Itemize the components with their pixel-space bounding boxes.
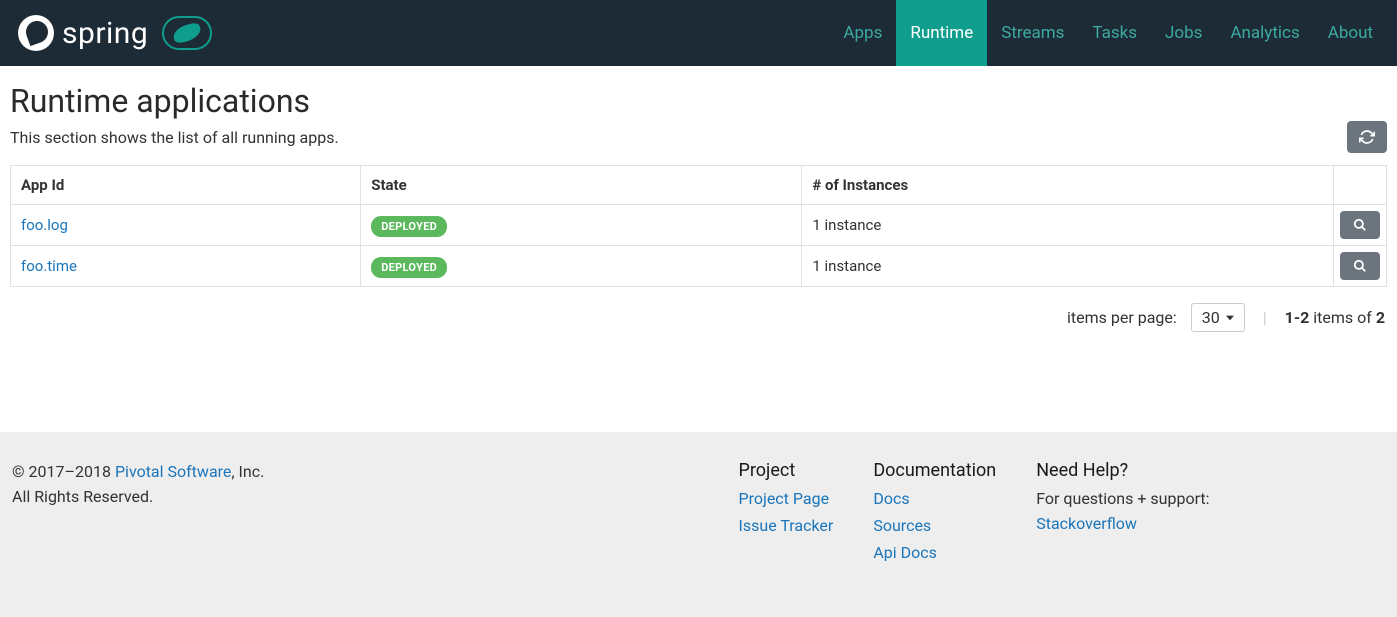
company-link[interactable]: Pivotal Software (115, 462, 231, 481)
refresh-icon (1359, 129, 1375, 145)
link-api-docs[interactable]: Api Docs (873, 541, 996, 566)
pager-items-word: items of (1309, 308, 1376, 327)
pager-total: 2 (1376, 308, 1385, 327)
spring-icon (18, 15, 54, 51)
page-title: Runtime applications (10, 82, 1387, 120)
nav-items: AppsRuntimeStreamsTasksJobsAnalyticsAbou… (829, 0, 1387, 66)
search-icon (1353, 218, 1367, 232)
nav-item-apps[interactable]: Apps (829, 0, 896, 66)
link-issue-tracker[interactable]: Issue Tracker (739, 514, 834, 539)
search-icon (1353, 259, 1367, 273)
help-heading: Need Help? (1036, 460, 1209, 481)
instances-cell: 1 instance (802, 246, 1334, 287)
footer: © 2017–2018 Pivotal Software, Inc. All R… (0, 432, 1397, 617)
docs-heading: Documentation (873, 460, 996, 481)
inspect-button[interactable] (1340, 211, 1380, 239)
navbar: spring AppsRuntimeStreamsTasksJobsAnalyt… (0, 0, 1397, 66)
footer-project: Project Project Page Issue Tracker (739, 460, 834, 567)
brand-logo[interactable]: spring (18, 15, 212, 51)
link-sources[interactable]: Sources (873, 514, 996, 539)
company-suffix: , Inc. (231, 462, 264, 481)
table-row: foo.log DEPLOYED 1 instance (11, 205, 1387, 246)
inspect-button[interactable] (1340, 252, 1380, 280)
table-row: foo.time DEPLOYED 1 instance (11, 246, 1387, 287)
col-instances: # of Instances (802, 166, 1334, 205)
pager-summary: 1-2 items of 2 (1285, 308, 1385, 327)
link-docs[interactable]: Docs (873, 487, 996, 512)
link-project-page[interactable]: Project Page (739, 487, 834, 512)
app-id-link[interactable]: foo.time (21, 257, 77, 275)
help-text: For questions + support: (1036, 487, 1209, 512)
nav-item-runtime[interactable]: Runtime (896, 0, 987, 66)
nav-item-about[interactable]: About (1314, 0, 1387, 66)
project-heading: Project (739, 460, 834, 481)
nav-item-jobs[interactable]: Jobs (1151, 0, 1216, 66)
pager-range: 1-2 (1285, 308, 1310, 327)
main-content: Runtime applications This section shows … (0, 66, 1397, 372)
nav-item-analytics[interactable]: Analytics (1216, 0, 1313, 66)
pagination: items per page: 30 | 1-2 items of 2 (10, 303, 1387, 332)
per-page-select[interactable]: 30 (1191, 303, 1245, 332)
instances-cell: 1 instance (802, 205, 1334, 246)
col-actions (1334, 166, 1387, 205)
col-state: State (361, 166, 802, 205)
footer-docs: Documentation Docs Sources Api Docs (873, 460, 996, 567)
app-id-link[interactable]: foo.log (21, 216, 68, 234)
refresh-button[interactable] (1347, 121, 1387, 153)
nav-item-tasks[interactable]: Tasks (1078, 0, 1151, 66)
copyright-prefix: © 2017–2018 (12, 462, 115, 481)
pager-separator: | (1259, 308, 1271, 327)
cloud-leaf-icon (162, 16, 212, 50)
footer-copyright: © 2017–2018 Pivotal Software, Inc. All R… (12, 460, 699, 567)
table-header-row: App Id State # of Instances (11, 166, 1387, 205)
per-page-value: 30 (1202, 308, 1220, 327)
apps-table: App Id State # of Instances foo.log DEPLO… (10, 165, 1387, 287)
state-badge: DEPLOYED (371, 257, 447, 278)
nav-item-streams[interactable]: Streams (987, 0, 1078, 66)
rights-text: All Rights Reserved. (12, 485, 699, 510)
items-per-page-label: items per page: (1067, 308, 1177, 327)
col-app-id: App Id (11, 166, 361, 205)
link-stackoverflow[interactable]: Stackoverflow (1036, 512, 1209, 537)
caret-down-icon (1226, 314, 1234, 322)
footer-help: Need Help? For questions + support: Stac… (1036, 460, 1209, 567)
brand-text: spring (62, 16, 148, 51)
state-badge: DEPLOYED (371, 216, 447, 237)
